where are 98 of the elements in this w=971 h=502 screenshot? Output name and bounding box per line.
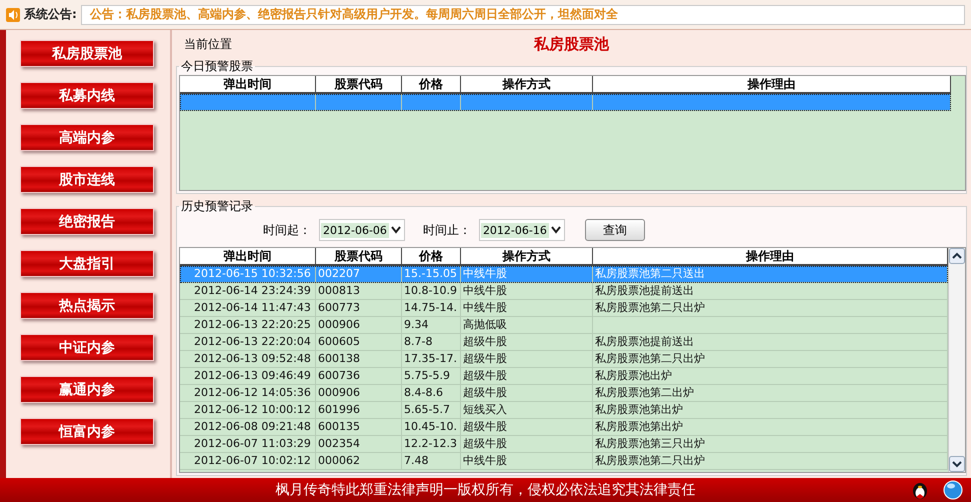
panel-title: 今日预警股票 [180, 58, 254, 75]
table-cell: 000813 [316, 283, 402, 299]
table-cell: 2012-06-13 09:52:48 [180, 351, 316, 367]
table-cell: 5.65-5.7 [402, 402, 461, 418]
table-cell: 15.-15.05 [402, 266, 461, 282]
table-cell: 高抛低吸 [461, 317, 593, 333]
panel-title: 历史预警记录 [180, 198, 254, 215]
column-header[interactable]: 操作方式 [461, 248, 593, 264]
table-cell: 2012-06-13 22:20:04 [180, 334, 316, 350]
menu-button[interactable]: 高端内参 [20, 124, 154, 151]
table-cell: 9.34 [402, 317, 461, 333]
table-row[interactable]: 2012-06-12 10:00:12 601996 5.65-5.7 短线买入 私房股票池第出炉 [180, 402, 948, 419]
column-header[interactable]: 股票代码 [316, 76, 402, 92]
caret-icon [550, 226, 561, 234]
table-row[interactable]: 2012-06-08 09:21:48 600135 10.45-10. 超级牛股 私房股票池第出炉 [180, 419, 948, 436]
column-header[interactable]: 价格 [402, 76, 461, 92]
table-row[interactable]: 2012-06-13 09:46:49 600736 5.75-5.9 超级牛股 私房股票池出炉 [180, 368, 948, 385]
table-cell: 中线牛股 [461, 453, 593, 469]
table-cell: 中线牛股 [461, 266, 593, 282]
table-cell: 2012-06-13 09:46:49 [180, 368, 316, 384]
table-cell: 8.7-8 [402, 334, 461, 350]
to-label: 时间止： [422, 222, 471, 238]
column-header[interactable]: 股票代码 [316, 248, 402, 264]
table-cell: 2012-06-08 09:21:48 [180, 419, 316, 435]
table-cell: 2012-06-14 23:24:39 [180, 283, 316, 299]
table-cell: 2012-06-15 10:32:56 [180, 266, 316, 282]
table-cell: 601996 [316, 402, 402, 418]
table-cell: 14.75-14. [402, 300, 461, 316]
date-dropdown[interactable]: 2012-06-16 [478, 219, 565, 241]
table-cell: 17.35-17. [402, 351, 461, 367]
table-cell: 超级牛股 [461, 419, 593, 435]
table-cell: 2012-06-12 10:00:12 [180, 402, 316, 418]
table-cell: 短线买入 [461, 402, 593, 418]
table-row[interactable]: 2012-06-13 09:52:48 600138 17.35-17. 超级牛股 私房股票池第二只出炉 [180, 351, 948, 368]
scrollbar[interactable] [948, 248, 965, 472]
penguin-icon[interactable] [911, 480, 929, 500]
table-row[interactable]: 2012-06-07 10:02:12 000062 7.48 中线牛股 私房股票池第二只出炉 [180, 453, 948, 470]
table-cell: 002207 [316, 266, 402, 282]
menu-button[interactable]: 中证内参 [20, 334, 154, 361]
table-cell: 12.2-12.3 [402, 436, 461, 452]
table-cell: 2012-06-07 11:03:29 [180, 436, 316, 452]
scroll-up-icon[interactable] [949, 248, 965, 264]
table-cell: 超级牛股 [461, 334, 593, 350]
table-cell: 7.48 [402, 453, 461, 469]
from-label: 时间起： [263, 222, 311, 238]
scroll-down-icon[interactable] [949, 456, 965, 472]
table-cell: 2012-06-12 14:05:36 [180, 385, 316, 401]
table-cell: 000906 [316, 385, 402, 401]
column-header[interactable]: 操作方式 [461, 76, 593, 92]
menu-button[interactable]: 私募内线 [20, 82, 154, 109]
footer-text: 枫月传奇特此郑重法律声明一版权所有，侵权必依法追究其法律责任 [276, 481, 696, 499]
table-cell: 超级牛股 [461, 351, 593, 367]
table-cell: 000062 [316, 453, 402, 469]
menu-button[interactable]: 股市连线 [20, 166, 154, 193]
table-cell: 2012-06-13 22:20:25 [180, 317, 316, 333]
orb-icon[interactable] [943, 480, 963, 500]
table-cell: 2012-06-14 11:47:43 [180, 300, 316, 316]
menu-button[interactable]: 绝密报告 [20, 208, 154, 235]
table-cell: 10.8-10.9 [402, 283, 461, 299]
caret-icon [390, 226, 401, 234]
column-header[interactable]: 价格 [402, 248, 461, 264]
table-cell: 600138 [316, 351, 402, 367]
menu-button[interactable]: 恒富内参 [20, 418, 154, 445]
table-cell: 超级牛股 [461, 436, 593, 452]
table-cell: 600605 [316, 334, 402, 350]
table-row[interactable]: 2012-06-13 22:20:25 000906 9.34 高抛低吸 [180, 317, 948, 334]
table-cell: 2012-06-07 10:02:12 [180, 453, 316, 469]
table-cell: 600773 [316, 300, 402, 316]
table-cell: 5.75-5.9 [402, 368, 461, 384]
notice-text: 公告：私房股票池、高端内参、绝密报告只针对高级用户开发。每周周六周日全部公开，坦然面对全 [90, 6, 618, 23]
table-row[interactable]: 2012-06-12 14:05:36 000906 8.4-8.6 超级牛股 私房股票池第二出炉 [180, 385, 948, 402]
column-header[interactable]: 弹出时间 [180, 248, 316, 264]
menu-button[interactable]: 热点揭示 [20, 292, 154, 319]
table-cell: 600736 [316, 368, 402, 384]
location-label: 当前位置 [184, 36, 233, 52]
table-cell: 002354 [316, 436, 402, 452]
table-cell: 000906 [316, 317, 402, 333]
table-row[interactable]: 2012-06-14 11:47:43 600773 14.75-14. 中线牛股 私房股票池第二只出炉 [180, 300, 948, 317]
column-header[interactable]: 弹出时间 [180, 76, 316, 92]
table-cell: 超级牛股 [461, 368, 593, 384]
speaker-icon [6, 8, 20, 22]
table-cell: 600135 [316, 419, 402, 435]
table-cell: 8.4-8.6 [402, 385, 461, 401]
page-title: 私房股票池 [534, 34, 609, 54]
notice-label: 系统公告: [24, 6, 77, 23]
table-cell: 中线牛股 [461, 300, 593, 316]
query-button[interactable]: 查询 [584, 219, 645, 241]
table-cell: 10.45-10. [402, 419, 461, 435]
menu-button[interactable]: 私房股票池 [20, 40, 154, 67]
menu-button[interactable]: 大盘指引 [20, 250, 154, 277]
table-row[interactable]: 2012-06-07 11:03:29 002354 12.2-12.3 超级牛股 私房股票池第三只出炉 [180, 436, 948, 453]
table-row[interactable]: 2012-06-13 22:20:04 600605 8.7-8 超级牛股 私房股票池提前送出 [180, 334, 948, 351]
table-row[interactable] [180, 94, 951, 111]
table-cell: 中线牛股 [461, 283, 593, 299]
date-dropdown[interactable]: 2012-06-06 [319, 219, 405, 241]
table-row[interactable]: 2012-06-14 23:24:39 000813 10.8-10.9 中线牛股 私房股票池提前送出 [180, 283, 948, 300]
table-cell: 超级牛股 [461, 385, 593, 401]
menu-button[interactable]: 赢通内参 [20, 376, 154, 403]
